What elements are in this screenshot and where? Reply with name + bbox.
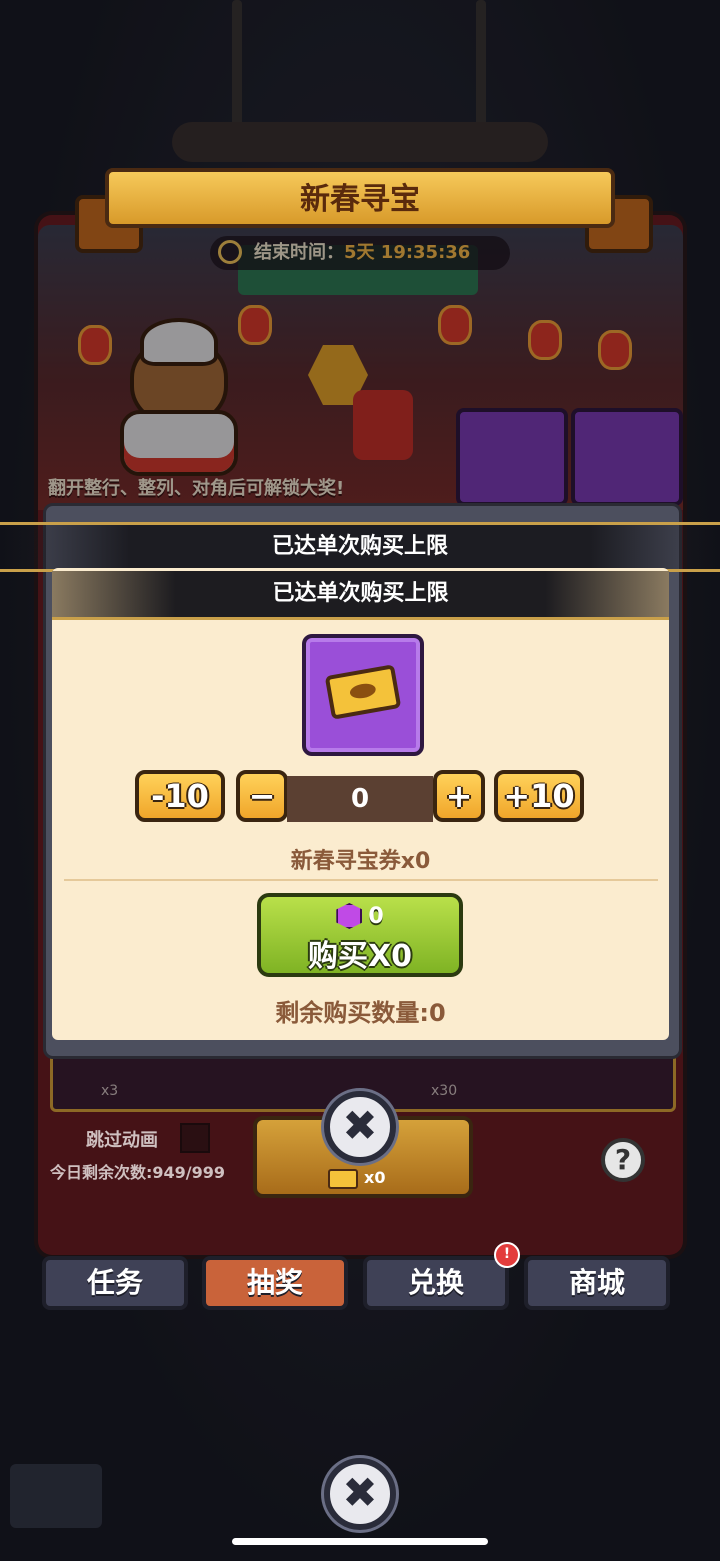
skip-animation-label: 跳过动画: [86, 1130, 158, 1151]
item-name: 新春寻宝券x0: [290, 849, 431, 874]
gold-ticket-icon: [324, 664, 402, 720]
skip-animation-checkbox[interactable]: [180, 1123, 210, 1153]
minus-10-button[interactable]: -10: [135, 770, 225, 822]
buy-label: 购买X0: [307, 939, 412, 974]
ticket-icon: [328, 1168, 358, 1189]
plus-10-button[interactable]: +10: [494, 770, 584, 822]
buy-button[interactable]: 0 购买X0: [257, 893, 463, 977]
help-icon[interactable]: ?: [601, 1138, 645, 1182]
draw-cost-value: x0: [364, 1168, 386, 1187]
tab-exchange[interactable]: 兑换: [363, 1256, 509, 1310]
home-indicator: [232, 1538, 488, 1545]
popup-header-bar: 已达单次购买上限: [0, 522, 720, 572]
exchange-alert-badge: !: [494, 1242, 520, 1268]
buy-cost-row: 0: [261, 903, 459, 929]
minus-button[interactable]: −: [236, 770, 288, 822]
back-arrow-icon[interactable]: [10, 1464, 102, 1528]
tab-lottery[interactable]: 抽奖: [202, 1256, 348, 1310]
event-title-front: 新春寻宝: [300, 182, 420, 217]
quantity-field[interactable]: 0: [287, 776, 433, 822]
item-preview: [302, 634, 424, 756]
remaining-purchase: 剩余购买数量:0: [275, 999, 446, 1027]
close-icon[interactable]: ✖: [324, 1458, 396, 1530]
tab-shop[interactable]: 商城: [524, 1256, 670, 1310]
popup-title-text: 已达单次购买上限: [272, 581, 449, 606]
event-title-banner-front: 新春寻宝: [105, 168, 615, 228]
daily-remaining: 今日剩余次数:949/999: [50, 1163, 226, 1182]
draw-cost: x0: [328, 1168, 385, 1189]
close-icon[interactable]: ✖: [324, 1091, 396, 1163]
gem-icon: [336, 903, 363, 929]
popup-header-text: 已达单次购买上限: [271, 534, 448, 559]
tab-tasks[interactable]: 任务: [42, 1256, 188, 1310]
plus-button[interactable]: +: [433, 770, 485, 822]
divider: [64, 879, 658, 881]
popup-title: 已达单次购买上限: [52, 571, 669, 620]
buy-cost: 0: [368, 903, 384, 929]
